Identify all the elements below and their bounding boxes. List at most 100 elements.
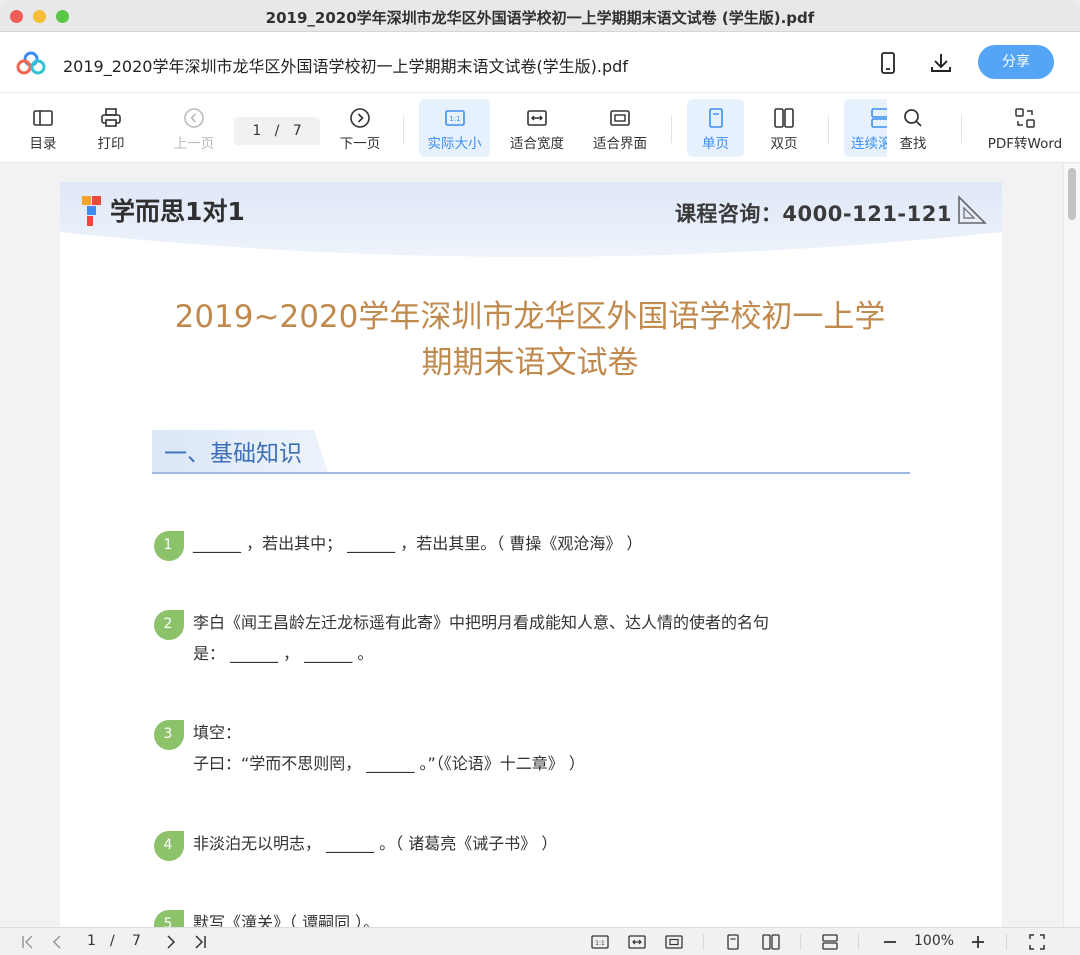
question-text: 默写《潼关》（ 谭嗣同 ）。 (193, 913, 380, 927)
share-button[interactable]: 分享 (978, 45, 1054, 79)
consult-phone: 课程咨询：4000-121-121 (674, 202, 952, 226)
phone-icon[interactable] (876, 51, 900, 75)
page-current: 1 (252, 123, 262, 139)
svg-text:1:1: 1:1 (595, 940, 605, 947)
question-text: 非淡泊无以明志， ______ 。（ 诸葛亮《诫子书》 ） (193, 834, 558, 853)
next-page-icon[interactable] (161, 932, 181, 955)
status-divider (858, 934, 859, 950)
fit-screen-label: 适合界面 (593, 136, 647, 152)
brand-logo-icon (82, 196, 101, 226)
fit-screen-button[interactable]: 适合界面 (586, 99, 654, 157)
chevron-left-circle-icon (184, 108, 204, 128)
zoom-in-icon[interactable] (968, 932, 988, 955)
double-page-button[interactable]: 双页 (757, 99, 811, 157)
continuous-scroll-icon[interactable] (820, 932, 840, 955)
prev-page-label: 上一页 (173, 136, 215, 152)
chevron-right-circle-icon (350, 108, 370, 128)
single-page-icon[interactable] (723, 932, 743, 955)
toolbar-divider (671, 115, 672, 143)
double-page-label: 双页 (770, 136, 798, 152)
actual-size-label: 实际大小 (427, 136, 482, 152)
status-page-separator: / (110, 933, 115, 949)
exam-title-line1: 2019~2020学年深圳市龙华区外国语学校初一上学 (174, 299, 886, 335)
toc-button[interactable]: 目录 (18, 99, 68, 157)
double-page-icon[interactable] (761, 932, 781, 955)
first-page-icon[interactable] (18, 932, 38, 955)
single-page-label: 单页 (702, 136, 729, 152)
zoom-out-icon[interactable] (880, 932, 900, 955)
status-divider (703, 934, 704, 950)
title-bar: 2019_2020学年深圳市龙华区外国语学校初一上学期期末语文试卷 (学生版).… (0, 0, 1080, 32)
next-page-button[interactable]: 下一页 (332, 99, 388, 157)
section-heading: 一、基础知识 (152, 430, 910, 476)
page-total: 7 (292, 123, 302, 139)
single-page-button[interactable]: 单页 (687, 99, 744, 157)
pdf-page: 学而思1对1 课程咨询：4000-121-121 2019~2020学年深圳市龙… (60, 182, 1002, 927)
continuous-scroll-button[interactable]: 连续滚 (844, 99, 887, 157)
status-bar: 1 / 7 1:1 100% (0, 927, 1080, 955)
cloud-logo-icon (16, 51, 46, 75)
toolbar-divider (403, 115, 404, 143)
app-window: 2019_2020学年深圳市龙华区外国语学校初一上学期期末语文试卷 (学生版).… (0, 0, 1080, 955)
toc-label: 目录 (29, 136, 57, 152)
question-line: 李白《闻王昌龄左迁龙标遥有此寄》中把明月看成能知人意、达人情的使者的名句 (193, 613, 770, 632)
pdf-to-word-button[interactable]: PDF转Word (981, 99, 1069, 157)
printer-icon (101, 108, 121, 127)
status-divider (1006, 934, 1007, 950)
brand-name: 学而思1对1 (110, 197, 245, 226)
window-title: 2019_2020学年深圳市龙华区外国语学校初一上学期期末语文试卷 (学生版).… (265, 9, 815, 27)
double-page-icon (774, 108, 794, 128)
scrollbar-thumb[interactable] (1068, 168, 1076, 220)
continuous-scroll-label: 连续滚 (851, 136, 887, 152)
question-number: 3 (163, 726, 173, 742)
page-separator: / (274, 123, 280, 139)
actual-size-button[interactable]: 1:1 实际大小 (419, 99, 490, 157)
ruler-icon (958, 195, 987, 224)
fit-width-icon[interactable] (627, 932, 647, 955)
question-number: 5 (163, 916, 173, 927)
vertical-scrollbar[interactable] (1063, 164, 1080, 927)
continuous-scroll-icon (871, 108, 887, 128)
question-line: 是： ______ ， ______ 。 (193, 644, 374, 663)
fit-screen-icon[interactable] (664, 932, 684, 955)
question-text: 填空： 子曰：“学而不思则罔， ______ 。”（《论语》十二章》 ） (193, 717, 585, 779)
fit-width-button[interactable]: 适合宽度 (503, 99, 571, 157)
question-line: 子曰：“学而不思则罔， ______ 。”（《论语》十二章》 ） (193, 754, 585, 773)
search-button[interactable]: 查找 (890, 99, 936, 157)
next-page-label: 下一页 (339, 136, 381, 152)
section-title: 一、基础知识 (164, 441, 302, 467)
last-page-icon[interactable] (190, 932, 210, 955)
status-page-current[interactable]: 1 (87, 933, 96, 949)
actual-size-icon: 1:1 (444, 110, 465, 126)
zoom-level[interactable]: 100% (914, 933, 954, 949)
fit-width-label: 适合宽度 (510, 136, 564, 152)
fit-screen-icon (610, 110, 630, 126)
search-icon (904, 109, 922, 127)
exam-title-line2: 期期末语文试卷 (421, 345, 639, 381)
fullscreen-icon[interactable] (1027, 932, 1047, 955)
convert-icon (1015, 108, 1035, 128)
print-button[interactable]: 打印 (86, 99, 136, 157)
fit-width-icon (527, 110, 547, 126)
actual-size-icon[interactable]: 1:1 (590, 932, 610, 955)
question-text: 李白《闻王昌龄左迁龙标遥有此寄》中把明月看成能知人意、达人情的使者的名句 是： … (193, 607, 769, 669)
document-viewer[interactable]: 学而思1对1 课程咨询：4000-121-121 2019~2020学年深圳市龙… (0, 164, 1080, 927)
toolbar-divider (828, 115, 829, 143)
toolbar-divider (961, 115, 962, 143)
prev-page-icon[interactable] (47, 932, 67, 955)
page-number-input[interactable]: 1 / 7 (234, 117, 320, 145)
prev-page-button[interactable]: 上一页 (166, 99, 222, 157)
exam-title: 2019~2020学年深圳市龙华区外国语学校初一上学 期期末语文试卷 (130, 294, 930, 386)
toolbar: 目录 打印 上一页 1 / 7 下一页 1:1 实际大小 适合宽度 适合界面 单… (0, 93, 1080, 163)
print-label: 打印 (97, 136, 125, 152)
svg-text:1:1: 1:1 (449, 115, 460, 123)
question-text: ______ ，若出其中； ______ ，若出其里。（ 曹操《观沧海》 ） (193, 534, 643, 553)
document-title: 2019_2020学年深圳市龙华区外国语学校初一上学期期末语文试卷(学生版).p… (63, 57, 628, 76)
document-header: 2019_2020学年深圳市龙华区外国语学校初一上学期期末语文试卷(学生版).p… (0, 32, 1080, 93)
question-number: 2 (163, 616, 173, 632)
download-icon[interactable] (929, 51, 953, 75)
question-line: 填空： (193, 723, 242, 742)
single-page-icon (708, 108, 723, 128)
status-divider (800, 934, 801, 950)
toc-icon (33, 110, 53, 126)
